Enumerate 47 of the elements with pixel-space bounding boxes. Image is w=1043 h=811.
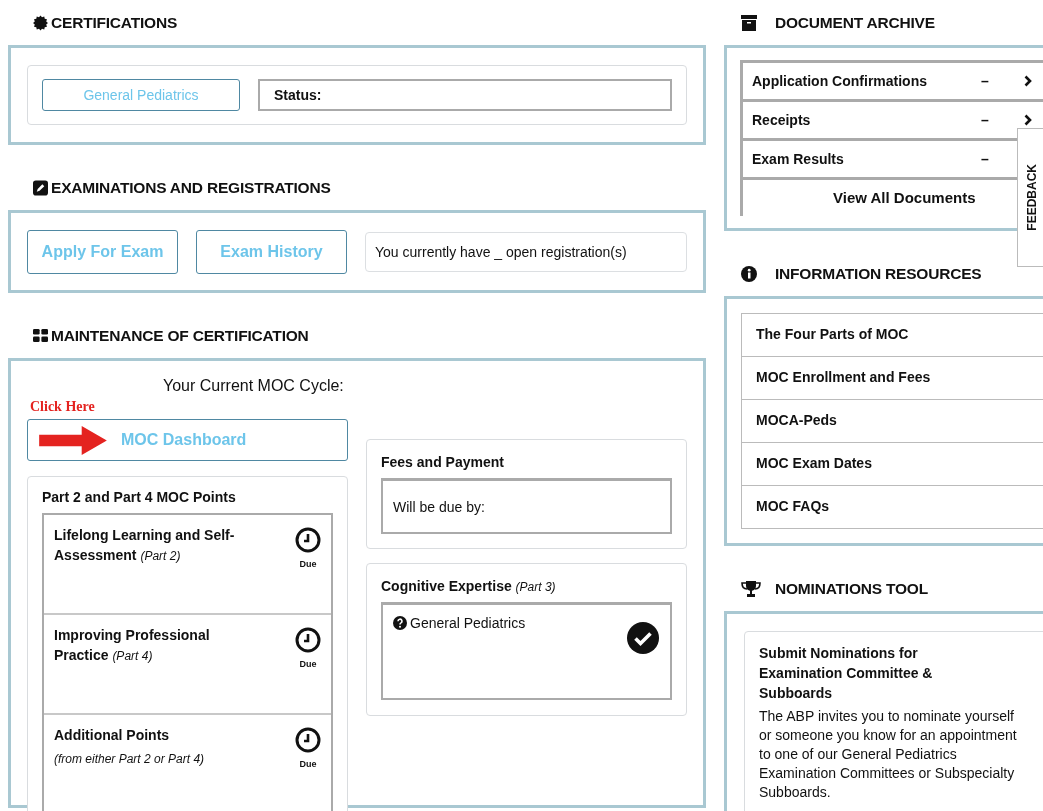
trophy-icon: [741, 580, 761, 597]
annotation-text: Click Here: [29, 398, 96, 415]
card-title: Submit Nominations for Examination Committee & Subboards: [759, 644, 934, 703]
section-title: INFORMATION RESOURCES: [775, 264, 982, 283]
section-title: DOCUMENT ARCHIVE: [775, 13, 935, 32]
info-icon: [741, 265, 757, 282]
section-title: MAINTENANCE OF CERTIFICATION: [51, 326, 309, 345]
feedback-tab[interactable]: FEEDBACK: [1017, 128, 1043, 267]
card-title: Fees and Payment: [381, 454, 505, 470]
badge-icon: [33, 14, 48, 31]
help-icon: [393, 616, 407, 630]
document-item[interactable]: Application Confirmations –: [743, 63, 1043, 102]
card-text: The ABP invites you to nominate yourself or someone you know for an appointment to one of our General Pediatrics Examination Committees or Subspecialty Subboards.: [759, 707, 1018, 802]
clock-icon: [295, 627, 321, 653]
status-label: Due: [299, 659, 317, 669]
resource-link[interactable]: The Four Parts of MOC: [742, 314, 1043, 357]
status-field: Status:: [258, 79, 672, 111]
grid-icon: [33, 328, 48, 343]
clock-icon: [295, 527, 321, 553]
clock-icon: [295, 727, 321, 753]
pencil-icon: [33, 179, 48, 196]
archive-box-icon: [741, 14, 757, 31]
point-title: Lifelong Learning and Self-Assessment (Part 2): [54, 526, 236, 565]
exam-name: General Pediatrics: [410, 615, 526, 631]
section-title: EXAMINATIONS AND REGISTRATIONS: [51, 178, 331, 197]
chevron-right-icon: [1024, 114, 1032, 126]
point-title: Improving Professional Practice (Part 4): [54, 626, 211, 665]
section-title: CERTIFICATIONS: [51, 13, 178, 32]
chevron-right-icon: [1024, 75, 1032, 87]
due-date-field: Will be due by:: [381, 478, 672, 534]
status-label: Due: [299, 759, 317, 769]
point-title: Additional Points (from either Part 2 or Part 4): [54, 726, 206, 768]
document-status: –: [981, 112, 990, 128]
resource-link[interactable]: MOC FAQs: [742, 486, 1043, 528]
arrow-icon: [39, 426, 107, 455]
card-title: Part 2 and Part 4 MOC Points: [42, 489, 237, 505]
registration-message: You currently have _ open registration(s): [365, 232, 687, 272]
view-all-link[interactable]: View All Documents: [833, 180, 976, 216]
cycle-label: Your Current MOC Cycle:: [162, 377, 345, 396]
document-status: –: [981, 151, 990, 167]
card-title: Cognitive Expertise (Part 3): [381, 578, 557, 594]
resource-link[interactable]: MOC Exam Dates: [742, 443, 1043, 486]
resource-link[interactable]: MOC Enrollment and Fees: [742, 357, 1043, 400]
document-status: –: [981, 73, 990, 89]
status-label: Due: [299, 559, 317, 569]
section-title: NOMINATIONS TOOL: [775, 579, 928, 598]
resource-link[interactable]: MOCA-Peds: [742, 400, 1043, 443]
